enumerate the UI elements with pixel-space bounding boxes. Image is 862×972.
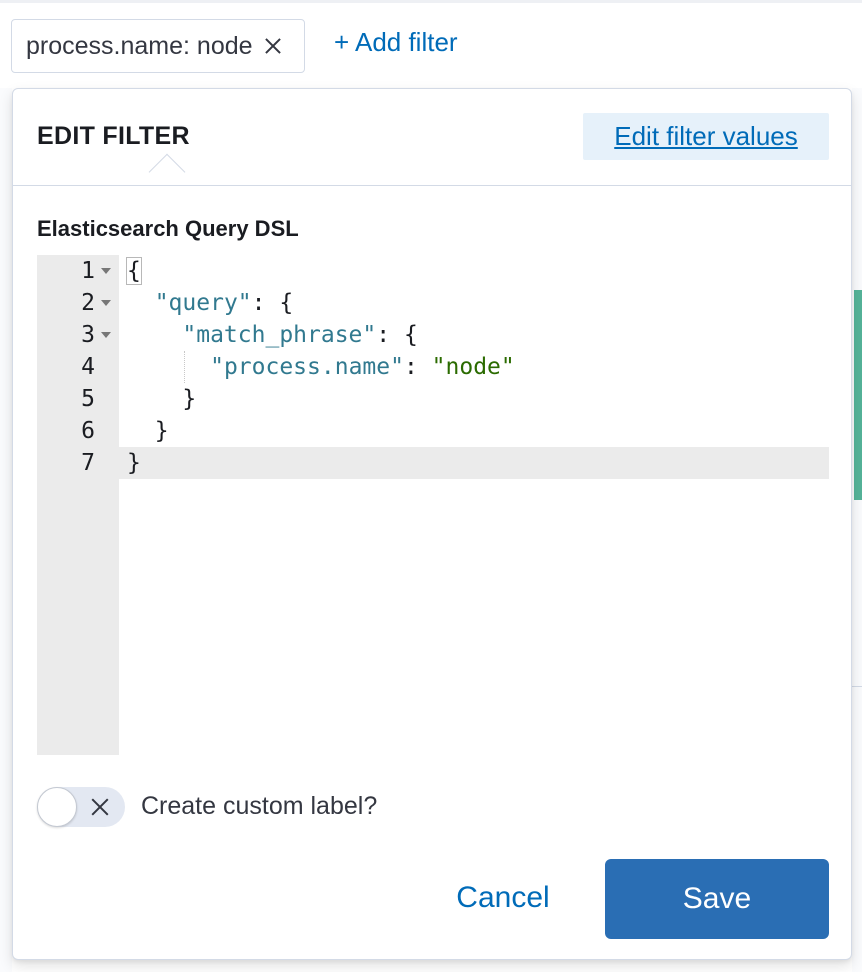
popover-title: EDIT FILTER: [37, 122, 190, 150]
toggle-knob: [37, 787, 77, 827]
custom-label-toggle[interactable]: [37, 787, 125, 827]
editor-line: 2 "query": {: [37, 287, 829, 319]
query-dsl-label: Elasticsearch Query DSL: [37, 216, 299, 241]
code-text: "match_phrase": {: [182, 322, 418, 348]
editor-line: 7 }: [37, 447, 829, 479]
editor-line: 4 "process.name": "node": [37, 351, 829, 383]
code-text: "process.name": "node": [210, 354, 515, 380]
fold-arrow-icon[interactable]: [101, 268, 111, 274]
background-sidebar: [0, 88, 12, 972]
filter-bar: process.name: node + Add filter: [0, 0, 862, 88]
filter-pill-label[interactable]: process.name: node: [26, 32, 253, 61]
save-button[interactable]: Save: [605, 859, 829, 939]
code-text: }: [154, 418, 169, 444]
close-icon: [89, 796, 111, 818]
line-number: 1: [81, 258, 95, 284]
code-text: }: [127, 450, 141, 476]
code-text: {: [126, 257, 142, 285]
close-icon[interactable]: [263, 36, 283, 56]
add-filter-button[interactable]: + Add filter: [334, 27, 458, 63]
code-text: "query": {: [154, 290, 294, 316]
cancel-button[interactable]: Cancel: [427, 867, 579, 929]
background-divider: [852, 686, 862, 687]
background-content: [852, 88, 862, 972]
background-chart-bar: [854, 290, 862, 500]
editor-line: 5 }: [37, 383, 829, 415]
popover-header: EDIT FILTER Edit filter values: [13, 89, 851, 186]
filter-pill[interactable]: process.name: node: [11, 19, 305, 73]
custom-label-toggle-label[interactable]: Create custom label?: [141, 792, 377, 821]
fold-arrow-icon[interactable]: [101, 300, 111, 306]
edit-filter-popover: EDIT FILTER Edit filter values Elasticse…: [12, 88, 852, 960]
line-number: 5: [81, 386, 95, 412]
fold-arrow-icon[interactable]: [101, 332, 111, 338]
line-number: 2: [81, 290, 95, 316]
query-dsl-editor[interactable]: 1 { 2 "query": { 3 "match_phrase": { 4 "…: [37, 255, 829, 755]
editor-line: 1 {: [37, 255, 829, 287]
line-number: 7: [81, 450, 95, 476]
code-text: }: [182, 386, 197, 412]
edit-filter-values-link[interactable]: Edit filter values: [583, 113, 829, 160]
editor-line: 6 }: [37, 415, 829, 447]
line-number: 6: [81, 418, 95, 444]
line-number: 3: [81, 322, 95, 348]
line-number: 4: [81, 354, 95, 380]
editor-line: 3 "match_phrase": {: [37, 319, 829, 351]
